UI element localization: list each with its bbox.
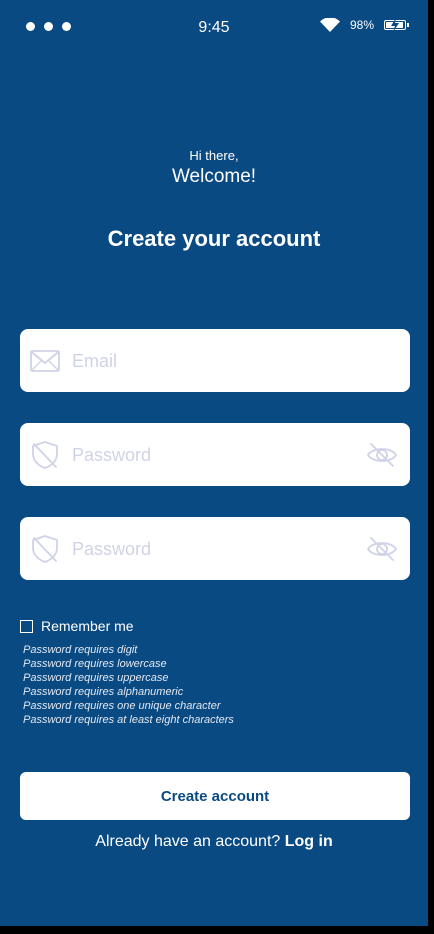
eye-slash-icon[interactable]	[366, 535, 398, 563]
remember-label: Remember me	[41, 618, 134, 634]
confirm-password-input[interactable]	[70, 517, 364, 582]
create-account-button[interactable]: Create account	[20, 772, 410, 820]
login-prompt-text: Already have an account?	[95, 833, 281, 850]
signup-screen: 9:45 98% Hi there, Welcome! Create your …	[0, 0, 428, 926]
greeting-text: Hi there,	[189, 148, 239, 163]
shield-slash-icon	[32, 535, 58, 563]
password-rule: Password requires one unique character	[23, 700, 221, 712]
login-prompt: Already have an account? Log in	[0, 833, 428, 851]
wifi-icon	[319, 18, 340, 32]
password-rule: Password requires alphanumeric	[23, 686, 184, 698]
status-right: 98%	[319, 18, 409, 32]
password-rules: Password requires digit Password require…	[23, 643, 234, 727]
email-field[interactable]	[20, 329, 410, 394]
battery-cap	[407, 23, 409, 27]
eye-slash-icon[interactable]	[366, 441, 398, 469]
shield-slash-icon	[32, 441, 58, 469]
envelope-icon	[30, 350, 60, 372]
page-title: Create your account	[107, 226, 321, 251]
battery-percent: 98%	[349, 18, 374, 32]
welcome-text: Welcome!	[171, 166, 257, 187]
remember-checkbox[interactable]	[20, 619, 33, 633]
bolt-icon	[391, 18, 399, 32]
confirm-password-field[interactable]	[20, 517, 410, 582]
password-field[interactable]	[20, 423, 410, 488]
password-rule: Password requires uppercase	[23, 672, 169, 684]
email-input[interactable]	[70, 329, 364, 394]
password-input[interactable]	[70, 423, 364, 488]
remember-me[interactable]: Remember me	[20, 618, 134, 634]
password-rule: Password requires at least eight charact…	[23, 714, 234, 726]
battery-icon	[384, 18, 409, 32]
password-rule: Password requires digit	[23, 644, 138, 656]
password-rule: Password requires lowercase	[23, 658, 167, 670]
login-link[interactable]: Log in	[285, 833, 333, 850]
